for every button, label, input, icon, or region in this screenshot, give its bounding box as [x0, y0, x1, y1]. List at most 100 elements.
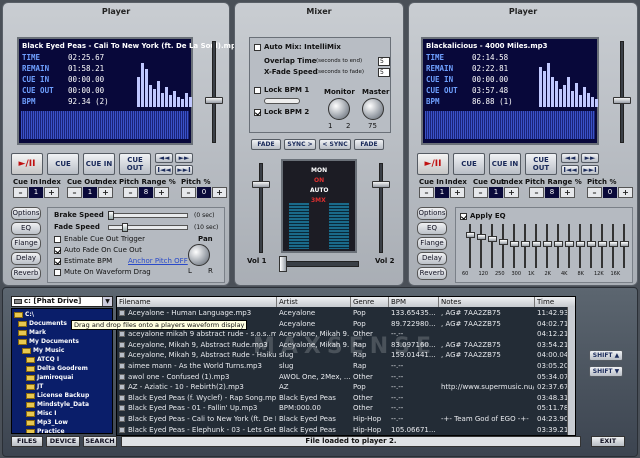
player1-rewind-button[interactable]: ◄◄ — [155, 153, 173, 163]
folder-tree-item[interactable]: Delta Goodrem — [26, 365, 88, 372]
player1-cue-out-plus[interactable]: + — [98, 187, 113, 198]
eq-band-slider[interactable] — [543, 240, 552, 247]
table-header-genre[interactable]: Genre — [351, 297, 389, 307]
player2-cue-out-button[interactable]: CUE OUT — [525, 153, 557, 175]
xfade-input[interactable]: 5 — [378, 68, 390, 77]
eq-band-slider[interactable] — [554, 240, 563, 247]
folder-tree-item[interactable]: Jamiroquai — [26, 374, 73, 381]
folder-tree-item[interactable]: My Documents — [18, 338, 79, 345]
anchor-pitch-link[interactable]: Anchor Pitch OFF — [128, 257, 188, 265]
folder-tree-item[interactable]: C:\ — [14, 311, 34, 318]
shift-up-button[interactable]: SHIFT ▲ — [589, 350, 623, 361]
eq-band-slider[interactable] — [576, 240, 585, 247]
folder-tree-item[interactable]: Misc I — [26, 410, 56, 417]
player1-waveform[interactable] — [21, 111, 189, 139]
player2-forward-button[interactable]: ►► — [581, 153, 599, 163]
checkbox-icon[interactable] — [54, 257, 61, 265]
folder-tree-item[interactable]: Mark — [18, 329, 46, 336]
table-scrollbar[interactable] — [567, 307, 575, 435]
fade-left-button[interactable]: FADE — [251, 139, 281, 150]
player1-range-plus[interactable]: + — [154, 187, 169, 198]
options2-eq-button[interactable]: EQ — [417, 222, 447, 235]
monitor-knob[interactable] — [328, 98, 350, 120]
player1-cue-in-button[interactable]: CUE IN — [83, 153, 115, 175]
folder-tree-item[interactable]: Mp3_Low — [26, 419, 68, 426]
options1-delay-button[interactable]: Delay — [11, 252, 41, 265]
player1-cue-out-button[interactable]: CUE OUT — [119, 153, 151, 175]
fade-right-button[interactable]: FADE — [354, 139, 384, 150]
folder-tree-item[interactable]: JT — [26, 383, 43, 390]
folder-tree-item[interactable]: Mindstyle_Data — [26, 401, 89, 408]
lock-bpm1-checkbox[interactable]: Lock BPM 1 — [254, 86, 309, 94]
eq-band-track[interactable] — [491, 224, 493, 268]
shift-down-button[interactable]: SHIFT ▼ — [589, 366, 623, 377]
player1-cue-out-minus[interactable]: – — [67, 187, 82, 198]
options2-reverb-button[interactable]: Reverb — [417, 267, 447, 280]
player2-next-button[interactable]: ►►I — [581, 165, 599, 175]
player1-cue-button[interactable]: CUE — [47, 153, 79, 175]
fade-speed-knob[interactable] — [122, 223, 128, 232]
options2-delay-button[interactable]: Delay — [417, 252, 447, 265]
table-header-time[interactable]: Time — [535, 297, 575, 307]
player1-pitch-track[interactable] — [212, 41, 216, 143]
search-tab[interactable]: SEARCH — [83, 436, 117, 447]
apply-eq-checkbox[interactable]: Apply EQ — [460, 212, 506, 220]
crossfader-track[interactable] — [279, 261, 359, 267]
player1-forward-button[interactable]: ►► — [175, 153, 193, 163]
player2-pitch-minus[interactable]: – — [587, 187, 602, 198]
option-checkbox[interactable]: Auto Fade On Cue Out — [54, 246, 142, 254]
table-row[interactable]: awol one - Confused (1).mp3 AWOL One, 2Me… — [117, 372, 575, 382]
brake-speed-slider[interactable] — [108, 213, 188, 218]
eq-band-slider[interactable] — [466, 232, 475, 238]
player1-prev-button[interactable]: I◄◄ — [155, 165, 173, 175]
checkbox-icon[interactable] — [54, 246, 61, 254]
overlap-input[interactable]: 5 — [378, 57, 390, 66]
fade-speed-slider[interactable] — [108, 225, 188, 230]
vol2-slider[interactable] — [372, 181, 390, 188]
player2-pitch-plus[interactable]: + — [618, 187, 633, 198]
eq-band-slider[interactable] — [587, 240, 596, 247]
player2-play-button[interactable]: ►/II — [417, 153, 449, 175]
vol2-track[interactable] — [379, 163, 383, 253]
table-row[interactable]: aimee mann - As the World Turns.mp3 slug R… — [117, 361, 575, 371]
player1-play-button[interactable]: ►/II — [11, 153, 43, 175]
player1-next-button[interactable]: ►►I — [175, 165, 193, 175]
player2-cue-in-minus[interactable]: – — [419, 187, 434, 198]
eq-band-slider[interactable] — [565, 240, 574, 247]
folder-tree-item[interactable]: Practice — [26, 428, 65, 433]
player2-pitch-slider[interactable] — [613, 97, 631, 104]
eq-band-slider[interactable] — [499, 238, 508, 245]
options1-reverb-button[interactable]: Reverb — [11, 267, 41, 280]
eq-band-track[interactable] — [469, 224, 471, 268]
eq-band-slider[interactable] — [620, 240, 629, 247]
player2-waveform[interactable] — [425, 111, 595, 139]
table-header-filename[interactable]: Filename — [117, 297, 277, 307]
sync-right-button[interactable]: SYNC > — [284, 139, 316, 150]
player1-display[interactable]: Black Eyed Peas - Cali To New York (ft. … — [17, 37, 241, 145]
chevron-down-icon[interactable]: ▼ — [102, 297, 112, 306]
folder-tree-item[interactable]: ATCQ I — [26, 356, 59, 363]
options2-options-button[interactable]: Options — [417, 207, 447, 220]
sync-left-button[interactable]: < SYNC — [319, 139, 351, 150]
crossfader-knob[interactable] — [279, 256, 287, 272]
brake-speed-knob[interactable] — [108, 211, 114, 220]
options1-options-button[interactable]: Options — [11, 207, 41, 220]
option-checkbox[interactable]: Estimate BPM — [54, 257, 112, 265]
options1-eq-button[interactable]: EQ — [11, 222, 41, 235]
pan-knob[interactable] — [188, 244, 210, 266]
table-header-notes[interactable]: Notes — [439, 297, 535, 307]
player2-cue-in-plus[interactable]: + — [450, 187, 465, 198]
automix-checkbox[interactable]: Auto Mix: IntelliMix — [254, 43, 341, 51]
master-knob[interactable] — [362, 98, 384, 120]
table-row[interactable]: Black Eyed Peas - Cali to New York (ft. … — [117, 414, 575, 424]
exit-button[interactable]: EXIT — [591, 436, 625, 447]
vol1-slider[interactable] — [252, 181, 270, 188]
eq-band-slider[interactable] — [532, 240, 541, 247]
vol1-track[interactable] — [259, 163, 263, 253]
folder-tree-item[interactable]: Documents — [18, 320, 67, 327]
player1-pitch-minus[interactable]: – — [181, 187, 196, 198]
folder-tree-item[interactable]: My Music — [22, 347, 64, 354]
player2-cue-out-plus[interactable]: + — [504, 187, 519, 198]
folder-tree-item[interactable]: License Backup — [26, 392, 89, 399]
player2-cue-in-button[interactable]: CUE IN — [489, 153, 521, 175]
